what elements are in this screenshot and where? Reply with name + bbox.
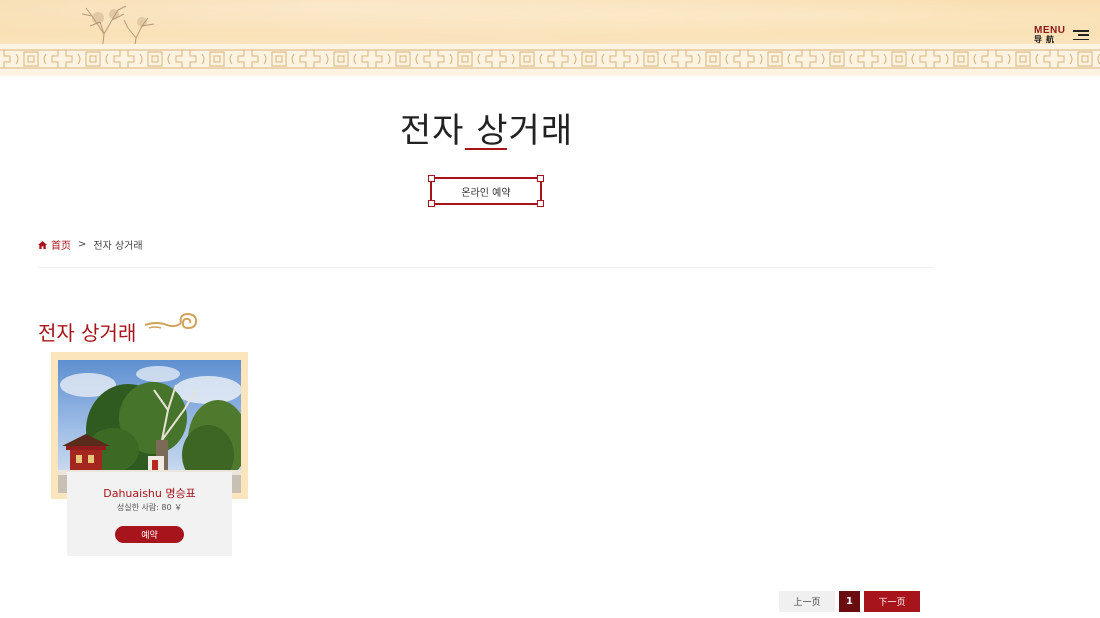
breadcrumb-home-link[interactable]: 首页 [38,237,71,252]
content-divider [38,267,934,268]
corner-ornament [537,175,544,182]
reserve-button[interactable]: 예약 [115,526,184,543]
corner-ornament [537,200,544,207]
menu-button[interactable]: MENU 导航 [1034,24,1092,46]
breadcrumb-home-label: 首页 [51,241,71,252]
product-price: 성실한 사람: 80 ￥ [116,503,183,512]
hamburger-icon [1073,30,1090,40]
online-booking-button[interactable]: 온라인 예약 [428,175,544,207]
title-underline [465,148,507,150]
menu-label-group: MENU 导航 [1034,25,1066,45]
next-page-button[interactable]: 下一页 [864,591,920,612]
corner-ornament [428,200,435,207]
section-title: 전자 상거래 [38,321,137,345]
header-banner: MENU 导航 [0,0,1100,76]
page-title: 전자 상거래 [399,111,574,151]
breadcrumb-separator: > [78,239,87,250]
prev-page-button[interactable]: 上一页 [779,591,835,612]
menu-label-en: MENU [1034,25,1066,36]
product-name[interactable]: Dahuaishu 명승표 [67,485,232,501]
home-icon [38,240,47,249]
breadcrumb-current: 전자 상거래 [93,241,143,252]
menu-label-cn: 导航 [1034,35,1058,44]
lattice-border-pattern [0,44,1100,74]
online-booking-label: 온라인 예약 [461,187,511,199]
breadcrumb: 首页 > 전자 상거래 [38,237,143,252]
corner-ornament [428,175,435,182]
current-page-number[interactable]: 1 [839,591,860,612]
cloud-ornament-icon [144,312,198,330]
